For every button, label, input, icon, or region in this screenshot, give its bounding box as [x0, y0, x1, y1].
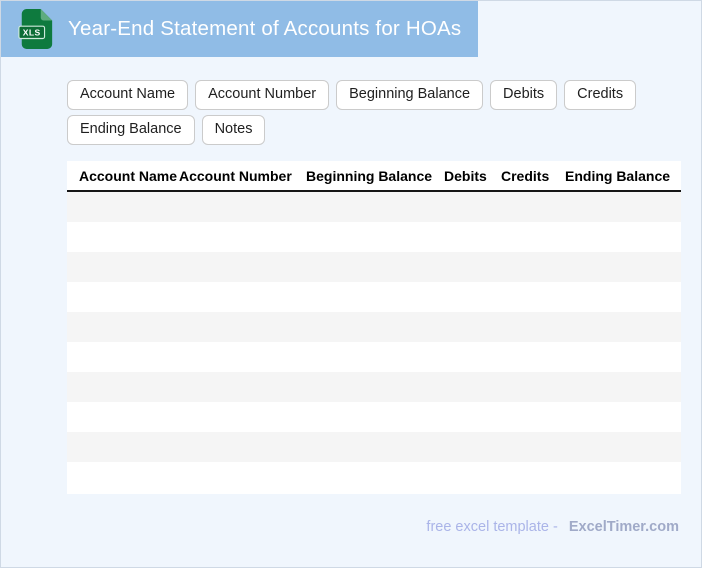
chip-account-number[interactable]: Account Number	[195, 80, 330, 110]
chip-ending-balance[interactable]: Ending Balance	[67, 115, 195, 145]
column-header-credits: Credits	[501, 167, 550, 184]
table-row	[67, 432, 681, 462]
table-header-row: Account Name Account Number Beginning Ba…	[67, 161, 681, 192]
xls-file-icon: XLS	[18, 9, 53, 49]
table-row	[67, 402, 681, 432]
chip-beginning-balance[interactable]: Beginning Balance	[336, 80, 484, 110]
table-row	[67, 372, 681, 402]
footer-brand-link[interactable]: ExcelTimer.com	[569, 519, 679, 535]
table-body	[67, 192, 681, 492]
page-title: Year-End Statement of Accounts for HOAs	[68, 17, 462, 40]
column-header-ending-balance: Ending Balance	[565, 167, 671, 184]
table-row	[67, 312, 681, 342]
page: { "header": { "title": "Year-End Stateme…	[0, 0, 702, 568]
chip-debits[interactable]: Debits	[490, 80, 558, 110]
table-row	[67, 462, 681, 492]
table-row	[67, 282, 681, 312]
column-header-beginning-balance: Beginning Balance	[306, 167, 433, 184]
spreadsheet-preview: Account Name Account Number Beginning Ba…	[67, 161, 681, 494]
table-row	[67, 192, 681, 222]
table-row	[67, 342, 681, 372]
title-banner: XLS Year-End Statement of Accounts for H…	[1, 1, 478, 57]
chip-credits[interactable]: Credits	[564, 80, 637, 110]
column-header-account-number: Account Number	[179, 167, 292, 184]
chip-notes[interactable]: Notes	[201, 115, 266, 145]
footer-tagline: free excel template -	[426, 519, 558, 535]
table-row	[67, 222, 681, 252]
column-header-debits: Debits	[444, 167, 487, 184]
svg-text:XLS: XLS	[23, 28, 41, 38]
footer: free excel template - ExcelTimer.com	[426, 519, 679, 535]
table-row	[67, 252, 681, 282]
chip-account-name[interactable]: Account Name	[67, 80, 189, 110]
field-chip-list: Account Name Account Number Beginning Ba…	[67, 80, 687, 145]
column-header-account-name: Account Name	[79, 167, 178, 184]
